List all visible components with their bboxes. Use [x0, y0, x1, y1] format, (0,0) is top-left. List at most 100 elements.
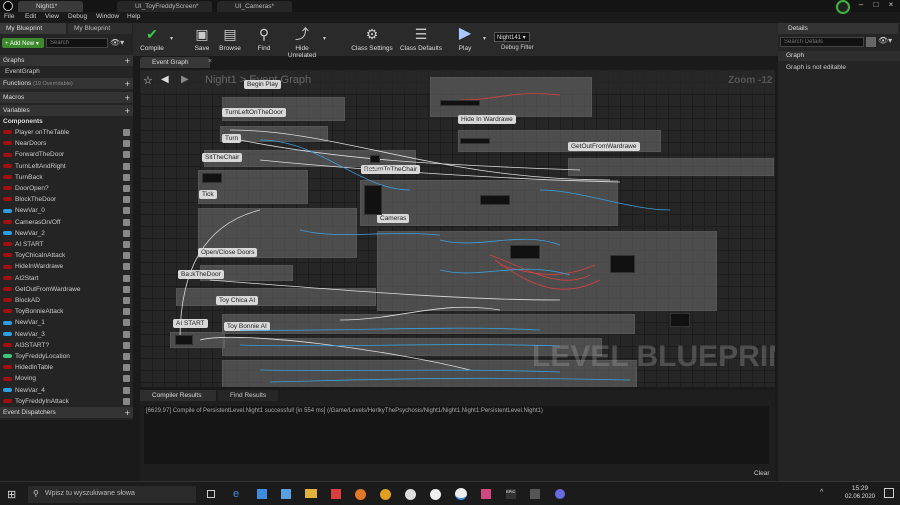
visibility-eye-icon[interactable]: [123, 140, 130, 148]
variable-item[interactable]: ToyFreddyLocation: [3, 351, 133, 362]
tray-chevron-icon[interactable]: ^: [820, 489, 823, 496]
menu-window[interactable]: Window: [96, 13, 119, 20]
visibility-eye-icon[interactable]: [123, 196, 130, 204]
visibility-eye-icon[interactable]: [123, 129, 130, 136]
my-blueprint-tab-2[interactable]: My Blueprint: [68, 23, 132, 34]
play-button[interactable]: ▶ Play: [450, 25, 480, 55]
variable-item[interactable]: HideInWardrawe: [3, 261, 133, 272]
tab-ui-toyfreddyscreen[interactable]: UI_ToyFreddyScreen*: [117, 1, 212, 12]
compiler-results-tab[interactable]: Compiler Results: [140, 390, 216, 401]
visibility-eye-icon[interactable]: [123, 386, 130, 394]
variable-item[interactable]: NewVar_4: [3, 385, 133, 396]
visibility-eye-icon[interactable]: [123, 285, 130, 293]
play-options-icon[interactable]: ▾: [483, 35, 486, 42]
graph-node[interactable]: [202, 173, 222, 183]
variable-item[interactable]: NewVar_3: [3, 329, 133, 340]
visibility-eye-icon[interactable]: [123, 207, 130, 215]
visibility-eye-icon[interactable]: [123, 274, 130, 282]
chrome-icon[interactable]: [380, 489, 391, 500]
hide-unrelated-button[interactable]: ⤴ Hide Unrelated: [281, 25, 323, 59]
details-search-input[interactable]: [780, 37, 864, 47]
graph-node[interactable]: [175, 335, 193, 345]
visibility-eye-icon[interactable]: [123, 263, 130, 271]
variable-item[interactable]: CamerasOn/Off: [3, 217, 133, 228]
graph-node[interactable]: [670, 313, 690, 327]
tab-night1[interactable]: Night1*: [18, 1, 83, 12]
variable-item[interactable]: ToyBonnieAttack: [3, 306, 133, 317]
menu-file[interactable]: File: [4, 13, 14, 20]
variable-item[interactable]: AI3START?: [3, 340, 133, 351]
file-explorer-icon[interactable]: [305, 489, 317, 498]
tab-close-icon[interactable]: ×: [208, 58, 212, 65]
class-defaults-button[interactable]: ☰ Class Defaults: [398, 25, 444, 55]
event-graph-tab[interactable]: Event Graph: [140, 57, 210, 68]
functions-section-header[interactable]: Functions (19 Overridable) +: [0, 78, 133, 89]
visibility-eye-icon[interactable]: [123, 151, 130, 159]
graph-category-header[interactable]: Graph: [778, 51, 900, 61]
variable-item[interactable]: NearDoors: [3, 138, 133, 149]
add-dispatcher-icon[interactable]: +: [125, 408, 130, 418]
variable-item[interactable]: AI START: [3, 239, 133, 250]
clock-time[interactable]: 15:29: [845, 485, 875, 492]
variable-item[interactable]: TurnBack: [3, 172, 133, 183]
visibility-eye-icon[interactable]: [123, 364, 130, 372]
components-category[interactable]: Components: [3, 116, 133, 127]
graph-node[interactable]: [480, 195, 510, 205]
app-icon[interactable]: [281, 489, 291, 499]
event-graph-item[interactable]: EventGraph: [5, 66, 135, 77]
menu-view[interactable]: View: [45, 13, 59, 20]
variable-item[interactable]: Player onTheTable: [3, 127, 133, 138]
variable-item[interactable]: GetOutFromWardrawe: [3, 284, 133, 295]
tab-ui-cameras[interactable]: UI_Cameras*: [217, 1, 292, 12]
event-dispatchers-section-header[interactable]: Event Dispatchers +: [0, 407, 133, 418]
class-settings-button[interactable]: ⚙ Class Settings: [349, 25, 395, 55]
visibility-eye-icon[interactable]: [123, 308, 130, 316]
visibility-eye-icon[interactable]: [123, 185, 130, 192]
add-new-button[interactable]: + Add New ▾: [2, 38, 44, 48]
my-blueprint-tab[interactable]: My Blueprint: [0, 23, 66, 34]
graph-node[interactable]: [610, 255, 635, 273]
variable-item[interactable]: NewVar_0: [3, 205, 133, 216]
visibility-eye-icon[interactable]: [123, 341, 130, 349]
variable-item[interactable]: TurnLeftAndRight: [3, 161, 133, 172]
compile-options-icon[interactable]: ▾: [170, 35, 173, 42]
hide-unrelated-options-icon[interactable]: ▾: [323, 35, 326, 42]
store-icon[interactable]: [257, 489, 267, 499]
unreal-engine-active-icon[interactable]: [455, 488, 467, 500]
clear-button[interactable]: Clear: [754, 470, 770, 477]
notifications-icon[interactable]: [884, 488, 894, 498]
visibility-eye-icon[interactable]: [123, 229, 130, 237]
graph-node[interactable]: [460, 138, 490, 144]
view-options-icon[interactable]: 👁▾: [110, 38, 124, 47]
compile-button[interactable]: ✔ Compile: [135, 25, 169, 55]
close-icon[interactable]: ×: [882, 0, 900, 12]
visibility-eye-icon[interactable]: [123, 297, 130, 304]
graph-node[interactable]: [370, 155, 380, 163]
variable-item[interactable]: NewVar_2: [3, 228, 133, 239]
app-icon[interactable]: [530, 489, 540, 499]
add-variable-icon[interactable]: +: [125, 106, 130, 116]
visibility-eye-icon[interactable]: [123, 330, 130, 338]
menu-help[interactable]: Help: [127, 13, 140, 20]
details-tab[interactable]: Details: [778, 23, 898, 34]
firefox-icon[interactable]: [355, 489, 366, 500]
add-macro-icon[interactable]: +: [125, 93, 130, 103]
app-icon[interactable]: [331, 489, 341, 499]
variable-item[interactable]: BlockAD: [3, 295, 133, 306]
visibility-eye-icon[interactable]: [123, 162, 130, 170]
edge-icon[interactable]: e: [233, 488, 239, 500]
visibility-eye-icon[interactable]: [123, 319, 130, 327]
visibility-eye-icon[interactable]: [123, 353, 130, 360]
graph-node[interactable]: [440, 100, 480, 106]
menu-debug[interactable]: Debug: [68, 13, 87, 20]
variables-section-header[interactable]: Variables +: [0, 105, 133, 116]
graph-node[interactable]: [364, 185, 382, 215]
graph-canvas[interactable]: ☆ ◀ ▶ Night1 > Event Graph Zoom -12 Begi…: [140, 70, 775, 387]
app-icon[interactable]: [555, 489, 565, 499]
menu-edit[interactable]: Edit: [25, 13, 36, 20]
variable-item[interactable]: ToyFreddyInAttack: [3, 396, 133, 407]
variable-item[interactable]: ToyChicaInAttack: [3, 250, 133, 261]
unreal-engine-icon[interactable]: [430, 489, 441, 500]
variable-item[interactable]: AI2Start: [3, 273, 133, 284]
graphs-section-header[interactable]: Graphs +: [0, 55, 133, 66]
